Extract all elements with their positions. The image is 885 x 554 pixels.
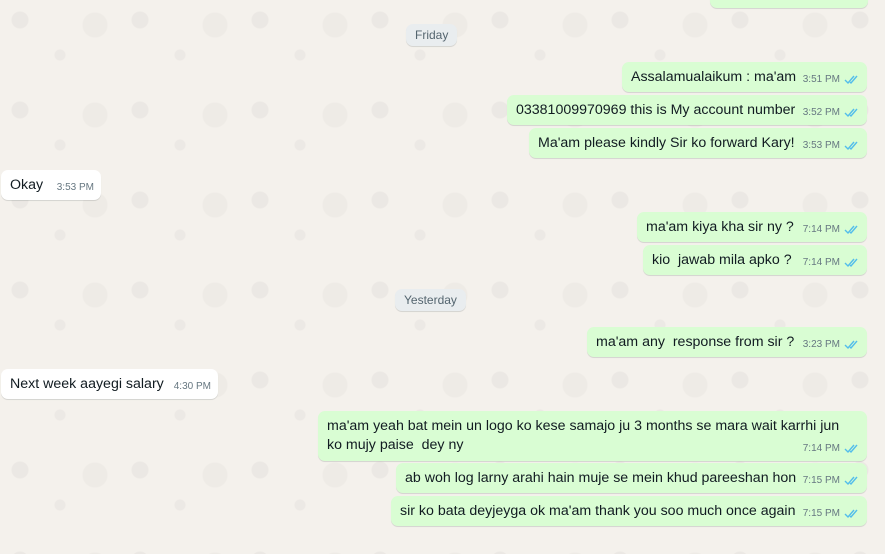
message-time: 3:53 PM [802, 140, 840, 151]
message-bubble[interactable]: kio jawab mila apko ? 7:14 PM [643, 245, 867, 275]
message-meta: 3:23 PM [803, 335, 860, 354]
message-time: 7:14 PM [802, 224, 840, 235]
message-bubble[interactable]: ma'am yeah bat mein un logo ko kese sama… [318, 411, 867, 461]
message-time: 7:14 PM [802, 443, 840, 454]
read-ticks-icon [844, 75, 858, 85]
message-text: Assalamualaikum : ma'am [631, 69, 797, 85]
message-meta: 7:14 PM [803, 253, 860, 272]
read-ticks-icon [844, 141, 858, 151]
message-time: 3:23 PM [802, 339, 840, 350]
message-meta: 3:51 PM [803, 70, 860, 89]
message-bubble[interactable]: Next week aayegi salary 4:30 PM [1, 369, 218, 399]
message-meta: 4:30 PM [174, 377, 211, 396]
message-bubble[interactable]: 03381009970969 this is My account number… [507, 95, 867, 125]
message-text: ab woh log larny arahi hain muje se mein… [405, 470, 797, 486]
message-text: ma'am kiya kha sir ny ? [646, 219, 794, 235]
message-text: Ma'am please kindly Sir ko forward Kary! [538, 135, 795, 151]
message-time: 7:15 PM [802, 508, 840, 519]
message-bubble-partial[interactable] [710, 0, 868, 8]
read-ticks-icon [844, 258, 858, 268]
message-bubble[interactable]: ma'am any response from sir ? 3:23 PM [587, 327, 867, 357]
message-text: Okay [10, 177, 44, 193]
message-bubble[interactable]: ab woh log larny arahi hain muje se mein… [396, 463, 867, 493]
message-time: 7:14 PM [802, 257, 840, 268]
message-text: 03381009970969 this is My account number [516, 102, 796, 118]
message-meta: 7:15 PM [803, 504, 860, 523]
date-separator-friday: Friday [406, 24, 458, 46]
message-bubble[interactable]: Assalamualaikum : ma'am 3:51 PM [622, 62, 867, 92]
message-text: Next week aayegi salary [10, 376, 164, 392]
message-text: ma'am any response from sir ? [596, 334, 795, 350]
read-ticks-icon [844, 509, 858, 519]
message-time: 3:51 PM [802, 74, 840, 85]
message-text: sir ko bata deyjeyga ok ma'am thank you … [400, 503, 796, 519]
read-ticks-icon [844, 476, 858, 486]
message-list[interactable]: Friday Assalamualaikum : ma'am 3:51 PM 0… [0, 0, 885, 554]
read-ticks-icon [844, 444, 858, 454]
message-text: ma'am yeah bat mein un logo ko kese sama… [327, 418, 844, 453]
date-separator-yesterday: Yesterday [395, 289, 466, 311]
message-bubble[interactable]: sir ko bata deyjeyga ok ma'am thank you … [391, 496, 867, 526]
read-ticks-icon [844, 225, 858, 235]
message-bubble[interactable]: ma'am kiya kha sir ny ? 7:14 PM [637, 212, 867, 242]
message-time: 4:30 PM [173, 381, 211, 392]
message-meta: 3:53 PM [57, 178, 94, 197]
read-ticks-icon [844, 340, 858, 350]
message-meta: 3:53 PM [803, 136, 860, 155]
message-time: 7:15 PM [802, 475, 840, 486]
message-meta: 3:52 PM [803, 103, 860, 122]
message-meta: 7:14 PM [803, 439, 860, 458]
message-bubble[interactable]: Ma'am please kindly Sir ko forward Kary!… [529, 128, 867, 158]
message-meta: 7:14 PM [803, 220, 860, 239]
read-ticks-icon [844, 108, 858, 118]
message-meta: 7:15 PM [803, 471, 860, 490]
message-time: 3:52 PM [802, 107, 840, 118]
message-time: 3:53 PM [56, 182, 94, 193]
message-bubble[interactable]: Okay 3:53 PM [1, 170, 101, 200]
message-text: kio jawab mila apko ? [652, 252, 792, 268]
